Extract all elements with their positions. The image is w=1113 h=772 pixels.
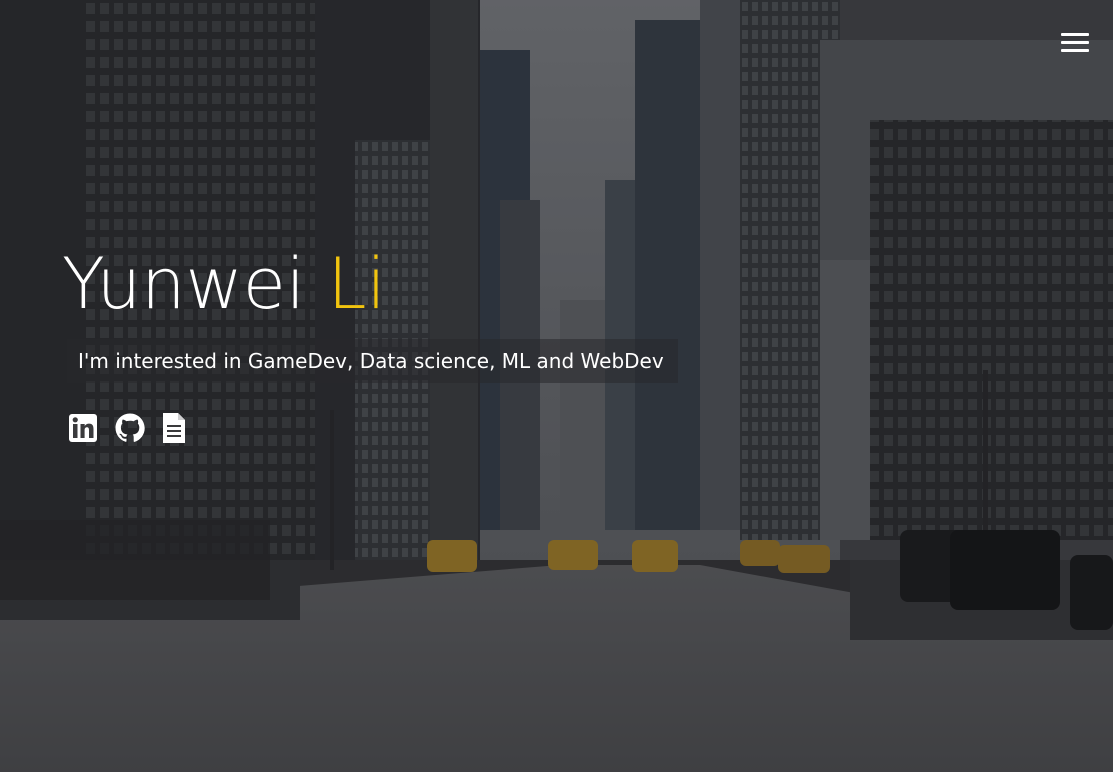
menu-bar: [1061, 41, 1089, 44]
dark-overlay: [0, 0, 1113, 772]
linkedin-icon[interactable]: [68, 412, 100, 446]
menu-bar: [1061, 49, 1089, 52]
hamburger-menu-icon[interactable]: [1061, 31, 1091, 53]
first-name: Yunwei: [62, 243, 306, 325]
github-icon[interactable]: [114, 412, 146, 446]
hero-tagline: I'm interested in GameDev, Data science,…: [67, 339, 678, 383]
hero-name: Yunwei Li: [62, 238, 386, 330]
last-name: Li: [327, 243, 386, 325]
menu-bar: [1061, 33, 1089, 36]
social-links: [68, 412, 192, 446]
document-icon[interactable]: [160, 412, 192, 446]
hero-section: Yunwei Li I'm interested in GameDev, Dat…: [0, 0, 1113, 772]
